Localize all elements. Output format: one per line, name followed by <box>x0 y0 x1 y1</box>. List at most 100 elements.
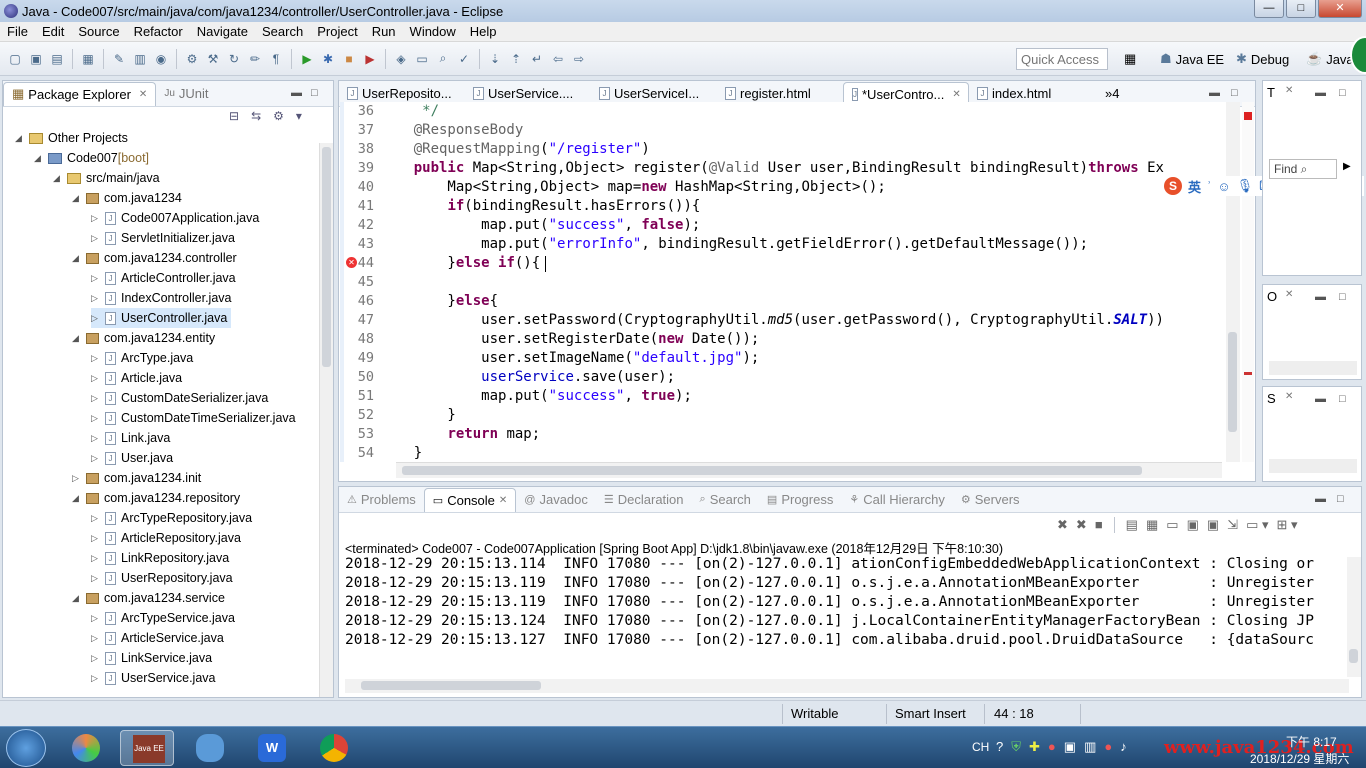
pin-console-icon[interactable]: ⇲ <box>1227 517 1238 533</box>
collapsed-arrow-icon[interactable]: ▷ <box>91 213 101 224</box>
tab-junit[interactable]: Ju JUnit <box>156 82 216 106</box>
device-icon[interactable]: ▣ <box>1064 739 1076 755</box>
expanded-arrow-icon[interactable]: ◢ <box>72 193 82 204</box>
tree-item-package[interactable]: ▷ com.java1234.init <box>72 468 201 488</box>
network-icon[interactable]: ▥ <box>1084 739 1096 755</box>
tab-package-explorer[interactable]: ▦ Package Explorer ✕ <box>3 81 157 106</box>
minimize-view-icon[interactable]: ▬ <box>1315 393 1326 405</box>
tree-item-package[interactable]: ◢ com.java1234.entity <box>72 328 215 348</box>
minimize-view-icon[interactable]: ▬ <box>1315 493 1326 505</box>
forward-icon[interactable]: ⇨ <box>570 50 588 68</box>
collapsed-arrow-icon[interactable]: ▷ <box>91 353 101 364</box>
expanded-arrow-icon[interactable]: ◢ <box>53 173 63 184</box>
console-vscrollbar[interactable] <box>1347 557 1361 677</box>
tree-item-file[interactable]: ▷ J UserRepository.java <box>91 568 233 588</box>
prev-annotation-icon[interactable]: ⇡ <box>507 50 525 68</box>
print-icon[interactable]: ▦ <box>79 50 97 68</box>
tree-item-file[interactable]: ▷ J ArcTypeService.java <box>91 608 235 628</box>
menu-help[interactable]: Help <box>463 24 504 39</box>
tab-servers[interactable]: ⚙ Servers <box>953 488 1028 512</box>
next-annotation-icon[interactable]: ⇣ <box>486 50 504 68</box>
external-tools-icon[interactable]: ▶ <box>361 50 379 68</box>
link-with-editor-icon[interactable]: ⇆ <box>251 109 261 123</box>
tab-declaration[interactable]: ☰ Declaration <box>596 488 692 512</box>
tab-call-hierarchy[interactable]: ⚘ Call Hierarchy <box>841 488 953 512</box>
maximize-view-icon[interactable]: □ <box>1339 291 1346 303</box>
stop-icon[interactable]: ■ <box>340 50 358 68</box>
collapsed-arrow-icon[interactable]: ▷ <box>91 533 101 544</box>
menu-edit[interactable]: Edit <box>35 24 71 39</box>
tree-item-file[interactable]: ▷ J LinkRepository.java <box>91 548 229 568</box>
minimize-view-icon[interactable]: ▬ <box>1315 291 1326 303</box>
maximize-view-icon[interactable]: □ <box>1339 393 1346 405</box>
tree-item-file[interactable]: ▷ J ArticleController.java <box>91 268 236 288</box>
expanded-arrow-icon[interactable]: ◢ <box>72 253 82 264</box>
tree-item-srcfolder[interactable]: ◢ src/main/java <box>53 168 160 188</box>
expanded-arrow-icon[interactable]: ◢ <box>72 493 82 504</box>
collapsed-arrow-icon[interactable]: ▷ <box>91 313 101 324</box>
collapsed-arrow-icon[interactable]: ▷ <box>91 433 101 444</box>
open-type-icon[interactable]: ◈ <box>392 50 410 68</box>
back-icon[interactable]: ⇦ <box>549 50 567 68</box>
view-menu-icon[interactable]: ⚙ <box>273 109 284 123</box>
expanded-arrow-icon[interactable]: ◢ <box>34 153 44 164</box>
pilcrow-icon[interactable]: ¶ <box>267 50 285 68</box>
collapsed-arrow-icon[interactable]: ▷ <box>91 393 101 404</box>
start-button[interactable] <box>6 729 46 767</box>
task-icon[interactable]: ✓ <box>455 50 473 68</box>
tree-item-file[interactable]: ▷ J ServletInitializer.java <box>91 228 235 248</box>
ime-language[interactable]: 英 <box>1188 177 1201 196</box>
security-icon[interactable]: ● <box>1048 739 1056 755</box>
tray-language[interactable]: CH <box>972 740 989 754</box>
word-wrap-icon[interactable]: ▦ <box>1146 517 1158 533</box>
tree-item-file[interactable]: ▷ J ArcType.java <box>91 348 193 368</box>
help-icon[interactable]: ? <box>996 739 1003 755</box>
menu-run[interactable]: Run <box>365 24 403 39</box>
collapsed-arrow-icon[interactable]: ▷ <box>91 453 101 464</box>
open-folder-icon[interactable]: ▭ <box>413 50 431 68</box>
expanded-arrow-icon[interactable]: ◢ <box>72 333 82 344</box>
collapsed-arrow-icon[interactable]: ▷ <box>91 233 101 244</box>
close-button[interactable]: ✕ <box>1318 0 1362 18</box>
taskbar-app-wps[interactable]: W <box>244 730 298 766</box>
build-icon[interactable]: ⚒ <box>204 50 222 68</box>
tree-item-file[interactable]: ▷ J ArticleRepository.java <box>91 528 241 548</box>
expanded-arrow-icon[interactable]: ◢ <box>72 593 82 604</box>
editor-vscrollbar[interactable] <box>1226 102 1240 462</box>
web-icon[interactable]: ◉ <box>152 50 170 68</box>
mini-scrollbar[interactable] <box>1269 459 1357 473</box>
clear-console-icon[interactable]: ▭ <box>1166 517 1178 533</box>
tree-item-file[interactable]: ▷ J UserService.java <box>91 668 215 688</box>
remove-launch-icon[interactable]: ✖ <box>1057 517 1068 533</box>
tab-task-list[interactable]: T <box>1267 85 1275 100</box>
toggle-mark-icon[interactable]: ✎ <box>110 50 128 68</box>
tree-item-file[interactable]: ▷ J UserController.java <box>91 308 232 328</box>
maximize-view-icon[interactable]: □ <box>311 87 318 99</box>
tree-item-file[interactable]: ▷ J Link.java <box>91 428 170 448</box>
server-icon[interactable]: ⚙ <box>183 50 201 68</box>
minimize-button[interactable]: — <box>1254 0 1284 18</box>
terminate-icon[interactable]: ■ <box>1095 517 1103 533</box>
show-stdout-icon[interactable]: ▣ <box>1187 517 1199 533</box>
perspective-open-button[interactable]: ▦ <box>1124 48 1136 70</box>
menu-search[interactable]: Search <box>255 24 310 39</box>
outline-scrollbar[interactable] <box>1269 361 1357 375</box>
save-icon[interactable]: ▣ <box>27 50 45 68</box>
collapsed-arrow-icon[interactable]: ▷ <box>91 633 101 644</box>
menu-project[interactable]: Project <box>310 24 364 39</box>
collapsed-arrow-icon[interactable]: ▷ <box>91 413 101 424</box>
tree-item-project[interactable]: ◢ Code007 [boot] <box>34 148 149 168</box>
console-hscrollbar[interactable] <box>345 679 1349 693</box>
close-tab-icon[interactable]: ✕ <box>1285 85 1293 96</box>
tab-search[interactable]: ⌕ Search <box>692 488 759 512</box>
tree-item-package[interactable]: ◢ com.java1234 <box>72 188 182 208</box>
display-console-icon[interactable]: ▭ ▾ <box>1246 517 1268 533</box>
minimize-editor-icon[interactable]: ▬ <box>1209 87 1220 99</box>
tree-item-package[interactable]: ◢ com.java1234.service <box>72 588 225 608</box>
clock-date[interactable]: 2018/12/29 星期六 <box>1250 750 1349 767</box>
block-selection-icon[interactable]: ▥ <box>131 50 149 68</box>
collapsed-arrow-icon[interactable]: ▷ <box>91 293 101 304</box>
editor-tab-overflow[interactable]: »4 <box>1105 86 1119 101</box>
emoji-icon[interactable]: ☺ <box>1217 179 1230 194</box>
close-tab-icon[interactable]: ✕ <box>952 89 960 100</box>
